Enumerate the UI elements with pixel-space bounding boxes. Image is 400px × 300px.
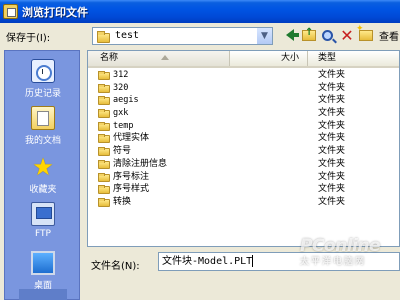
file-type: 文件夹 xyxy=(318,158,346,169)
list-item[interactable]: 312 文件夹 xyxy=(88,69,399,82)
delete-button[interactable]: ✕ xyxy=(338,25,356,45)
documents-icon xyxy=(31,106,55,130)
file-name: 转换 xyxy=(113,196,132,207)
list-item[interactable]: 序号标注 文件夹 xyxy=(88,171,399,184)
filename-value: 文件块-Model.PLT xyxy=(162,256,253,267)
place-favorites[interactable]: ★ 收藏夹 xyxy=(5,155,81,195)
folder-icon xyxy=(98,109,110,119)
file-name: 符号 xyxy=(113,146,132,157)
file-rows: 312 文件夹 320 文件夹 aegis 文件夹 gxk 文件夹 temp 文件夹 代理实体 文件夹… xyxy=(88,69,399,209)
list-header: 名称 大小 类型 xyxy=(88,51,399,68)
file-name: 清除注册信息 xyxy=(113,158,168,169)
app-icon xyxy=(3,4,18,19)
file-name: 序号样式 xyxy=(113,184,150,195)
up-one-level-button[interactable] xyxy=(300,26,318,44)
window-title: 浏览打印文件 xyxy=(22,6,88,19)
search-icon xyxy=(321,29,333,41)
title-bar[interactable]: 浏览打印文件 xyxy=(0,0,400,23)
folder-icon xyxy=(98,96,110,106)
list-item[interactable]: 清除注册信息 文件夹 xyxy=(88,158,399,171)
search-web-button[interactable] xyxy=(318,26,336,44)
place-label: 收藏夹 xyxy=(29,185,57,195)
file-type: 文件夹 xyxy=(318,184,346,195)
place-history[interactable]: 历史记录 xyxy=(5,59,81,99)
file-type: 文件夹 xyxy=(318,95,346,106)
file-name: gxk xyxy=(113,108,129,119)
folder-icon xyxy=(98,172,110,182)
folder-icon xyxy=(98,159,110,169)
file-name: temp xyxy=(113,120,134,131)
new-folder-button[interactable] xyxy=(356,24,375,44)
folder-icon xyxy=(98,185,110,195)
file-type: 文件夹 xyxy=(318,108,346,119)
filename-input[interactable]: 文件块-Model.PLT xyxy=(158,252,400,271)
delete-icon: ✕ xyxy=(340,25,354,45)
folder-icon xyxy=(98,147,110,157)
folder-icon xyxy=(98,197,110,207)
place-partial-item[interactable] xyxy=(19,289,67,300)
file-name: aegis xyxy=(113,95,139,106)
history-icon xyxy=(31,59,55,83)
chevron-down-icon[interactable]: ▼ xyxy=(256,28,272,44)
file-type: 文件夹 xyxy=(318,82,346,93)
column-name-label: 名称 xyxy=(100,53,119,63)
list-item[interactable]: temp 文件夹 xyxy=(88,120,399,133)
place-desktop[interactable]: 桌面 xyxy=(5,251,81,291)
places-bar: 历史记录 我的文档 ★ 收藏夹 FTP 桌面 xyxy=(4,50,80,300)
folder-icon xyxy=(98,121,110,131)
file-name: 代理实体 xyxy=(113,133,150,144)
filename-label: 文件名(N): xyxy=(91,261,140,272)
desktop-icon xyxy=(31,251,55,275)
place-my-documents[interactable]: 我的文档 xyxy=(5,106,81,146)
place-label: 历史记录 xyxy=(24,89,61,99)
file-type: 文件夹 xyxy=(318,196,346,207)
file-name: 312 xyxy=(113,70,129,80)
list-item[interactable]: 代理实体 文件夹 xyxy=(88,132,399,145)
column-header-type[interactable]: 类型 xyxy=(308,51,399,66)
star-icon: ★ xyxy=(32,153,54,181)
up-folder-icon xyxy=(302,27,316,41)
list-item[interactable]: 转换 文件夹 xyxy=(88,196,399,209)
place-ftp[interactable]: FTP xyxy=(5,202,81,239)
views-menu[interactable]: 查看 xyxy=(379,28,399,43)
folder-icon xyxy=(97,31,110,43)
back-button[interactable] xyxy=(281,26,299,44)
new-folder-icon xyxy=(356,24,373,41)
save-in-label: 保存于(I): xyxy=(6,33,51,44)
ftp-icon xyxy=(31,202,55,226)
file-type: 文件夹 xyxy=(318,171,346,182)
list-item[interactable]: 符号 文件夹 xyxy=(88,145,399,158)
column-header-name[interactable]: 名称 xyxy=(88,51,230,66)
file-list[interactable]: 名称 大小 类型 312 文件夹 320 文件夹 aegis 文件夹 gxk 文件夹 temp 文… xyxy=(87,50,400,247)
back-arrow-icon xyxy=(286,29,299,41)
file-type: 文件夹 xyxy=(318,120,346,131)
folder-icon xyxy=(98,71,110,80)
list-item[interactable]: aegis 文件夹 xyxy=(88,94,399,107)
file-type: 文件夹 xyxy=(318,133,346,144)
folder-icon xyxy=(98,134,110,144)
list-item[interactable]: 序号样式 文件夹 xyxy=(88,183,399,196)
file-type: 文件夹 xyxy=(318,146,346,157)
save-in-value: test xyxy=(115,30,140,41)
list-item[interactable]: gxk 文件夹 xyxy=(88,107,399,120)
file-name: 序号标注 xyxy=(113,171,150,182)
place-label: 我的文档 xyxy=(24,136,61,146)
column-header-size[interactable]: 大小 xyxy=(230,51,308,66)
file-type: 文件夹 xyxy=(318,70,346,80)
save-in-dropdown[interactable]: test ▼ xyxy=(92,27,273,45)
place-label: FTP xyxy=(35,229,51,239)
list-item[interactable]: 320 文件夹 xyxy=(88,82,399,95)
text-caret xyxy=(252,255,254,267)
file-name: 320 xyxy=(113,82,129,93)
sort-ascending-icon xyxy=(161,55,169,60)
folder-icon xyxy=(98,83,110,93)
